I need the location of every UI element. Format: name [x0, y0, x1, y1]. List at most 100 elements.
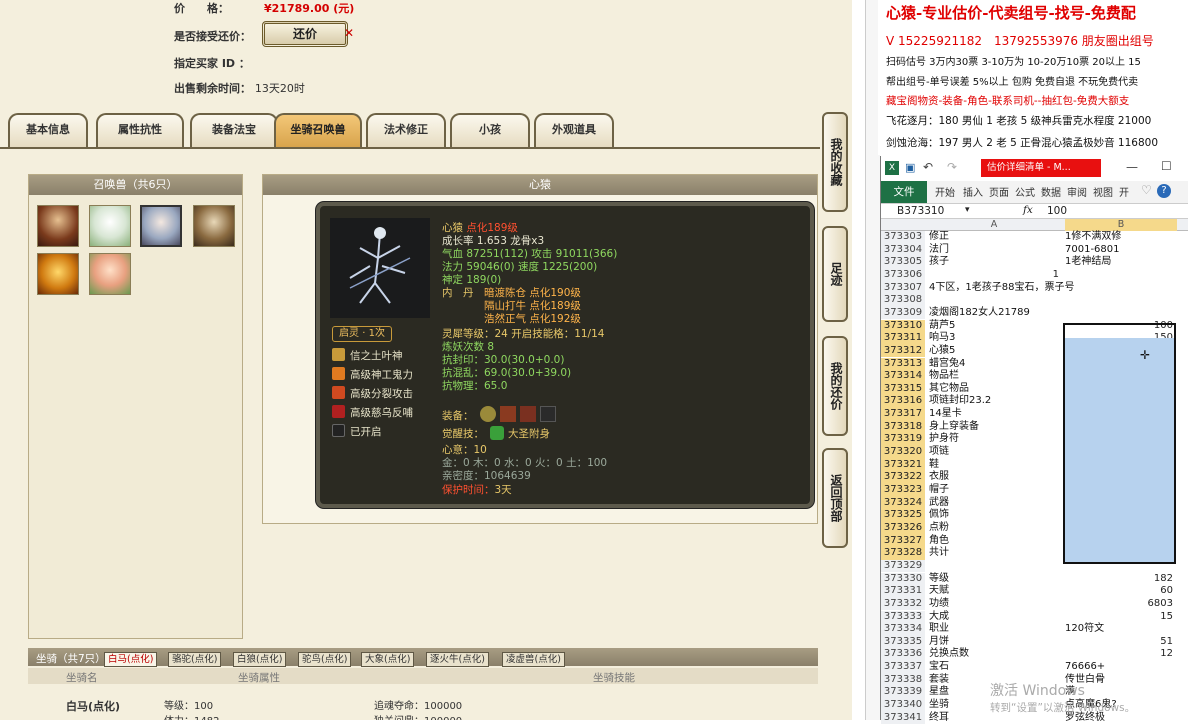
- row-number[interactable]: 373304: [881, 243, 925, 257]
- row-number[interactable]: 373305: [881, 256, 925, 269]
- cell-b[interactable]: 60: [1065, 585, 1177, 598]
- cell-a[interactable]: 兑换点数: [929, 648, 969, 661]
- sheet-row[interactable]: 373305 孩子 1老神结局: [881, 256, 1188, 269]
- cell-a[interactable]: 月饼: [929, 636, 949, 649]
- row-number[interactable]: 373333: [881, 610, 925, 624]
- pet-avatar[interactable]: [89, 253, 131, 295]
- cell-a[interactable]: 共计: [929, 547, 949, 560]
- sheet-row[interactable]: 373309 凌烟阁182女人21789: [881, 306, 1188, 320]
- cell-a[interactable]: 身上穿装备: [929, 421, 979, 434]
- my-offers-button[interactable]: 我的还价: [822, 336, 848, 436]
- cell-a[interactable]: 天赋: [929, 585, 949, 598]
- row-number[interactable]: 373314: [881, 370, 925, 383]
- row-number[interactable]: 373338: [881, 673, 925, 687]
- row-number[interactable]: 373321: [881, 458, 925, 472]
- row-number[interactable]: 373309: [881, 306, 925, 320]
- row-number[interactable]: 373334: [881, 623, 925, 636]
- cell-a[interactable]: 职业: [929, 623, 949, 636]
- cell-b-text[interactable]: 1修不满双修: [1065, 231, 1121, 244]
- cell-a[interactable]: 功绩: [929, 598, 949, 611]
- row-number[interactable]: 373315: [881, 382, 925, 396]
- cell-a[interactable]: 星盘: [929, 686, 949, 699]
- cell-a[interactable]: 等级: [929, 573, 949, 586]
- sheet-row[interactable]: 373308: [881, 294, 1188, 307]
- col-header-a[interactable]: A: [925, 219, 1063, 231]
- sheet-row[interactable]: 373336 兑换点数 12: [881, 648, 1188, 662]
- pet-avatar[interactable]: [37, 253, 79, 295]
- pet-avatar-selected[interactable]: [140, 205, 182, 247]
- row-number[interactable]: 373303: [881, 231, 925, 244]
- ribbon-layout[interactable]: 页面: [989, 184, 1009, 199]
- back-to-top-button[interactable]: 返回顶部: [822, 448, 848, 548]
- cell-a[interactable]: 项链: [929, 446, 949, 459]
- sheet-row[interactable]: 373330 等级 182: [881, 572, 1188, 586]
- minimize-icon[interactable]: —: [1126, 160, 1138, 174]
- name-box[interactable]: B373310: [897, 205, 944, 217]
- mount-tab[interactable]: 大象(点化): [361, 652, 415, 667]
- row-number[interactable]: 373312: [881, 344, 925, 358]
- cell-a[interactable]: 葫芦5: [929, 320, 955, 333]
- row-number[interactable]: 373322: [881, 471, 925, 484]
- cell-a[interactable]: 坐骑: [929, 699, 949, 712]
- cell-a[interactable]: 宝石: [929, 661, 949, 674]
- row-number[interactable]: 373316: [881, 395, 925, 409]
- row-number[interactable]: 373329: [881, 559, 925, 573]
- cell-a[interactable]: 其它物品: [929, 383, 969, 396]
- tab-attributes[interactable]: 属性抗性: [96, 113, 184, 147]
- cell-a[interactable]: 项链封印23.2: [929, 395, 991, 408]
- ribbon-data[interactable]: 数据: [1041, 184, 1061, 199]
- cell-a[interactable]: 孩子: [929, 256, 949, 269]
- cell-a[interactable]: 鞋: [929, 459, 939, 472]
- cell-a-number[interactable]: 1: [925, 269, 1063, 282]
- row-number[interactable]: 373326: [881, 521, 925, 535]
- cell-a[interactable]: 响马3: [929, 332, 955, 345]
- cell-a[interactable]: 心猿5: [929, 345, 955, 358]
- row-number[interactable]: 373310: [881, 319, 925, 333]
- ribbon-more[interactable]: 开: [1119, 184, 1129, 199]
- row-number[interactable]: 373328: [881, 547, 925, 560]
- tab-basic[interactable]: 基本信息: [8, 113, 88, 147]
- tab-child[interactable]: 小孩: [450, 113, 530, 147]
- skill-item[interactable]: 高级分裂攻击: [332, 386, 413, 401]
- footprint-button[interactable]: 足迹: [822, 226, 848, 322]
- sheet-row[interactable]: 373337 宝石 76666+: [881, 661, 1188, 674]
- cell-a[interactable]: 护身符: [929, 433, 959, 446]
- row-number[interactable]: 373319: [881, 433, 925, 446]
- skill-item[interactable]: 高级慈乌反哺: [332, 405, 413, 420]
- cell-b-text[interactable]: 76666+: [1065, 661, 1105, 674]
- col-header-b[interactable]: B: [1065, 219, 1177, 231]
- mount-tab[interactable]: 白马(点化): [104, 652, 158, 667]
- equip-slot-icon[interactable]: [520, 406, 536, 422]
- pet-avatar[interactable]: [37, 205, 79, 247]
- ribbon-home[interactable]: 开始: [935, 184, 955, 199]
- row-number[interactable]: 373311: [881, 332, 925, 345]
- cell-b[interactable]: 100: [1065, 320, 1177, 333]
- help-icon[interactable]: ?: [1157, 184, 1171, 198]
- cell-a[interactable]: 点粉: [929, 522, 949, 535]
- sheet-row[interactable]: 373331 天赋 60: [881, 585, 1188, 598]
- mount-tab[interactable]: 驼鸟(点化): [298, 652, 352, 667]
- sheet-row[interactable]: 373332 功绩 6803: [881, 597, 1188, 611]
- cell-a[interactable]: 武器: [929, 497, 949, 510]
- cell-a[interactable]: 衣服: [929, 471, 949, 484]
- tab-mounts-summons[interactable]: 坐骑召唤兽: [274, 113, 362, 147]
- skill-item[interactable]: 高级神工鬼力: [332, 367, 413, 382]
- row-number[interactable]: 373339: [881, 686, 925, 699]
- redo-icon[interactable]: ↷: [947, 160, 957, 174]
- row-number[interactable]: 373317: [881, 408, 925, 421]
- close-icon[interactable]: ✕: [344, 26, 354, 40]
- tab-spells[interactable]: 法术修正: [366, 113, 446, 147]
- equip-slot-icon[interactable]: [540, 406, 556, 422]
- cell-b[interactable]: 6803: [1065, 598, 1177, 611]
- cell-b[interactable]: 182: [1065, 573, 1177, 586]
- mount-tab[interactable]: 凌虚兽(点化): [502, 652, 565, 667]
- row-number[interactable]: 373327: [881, 534, 925, 548]
- ribbon-review[interactable]: 审阅: [1067, 184, 1087, 199]
- save-icon[interactable]: ▣: [905, 161, 915, 174]
- undo-icon[interactable]: ↶: [923, 160, 933, 174]
- row-number[interactable]: 373331: [881, 585, 925, 598]
- tab-appearance[interactable]: 外观道具: [534, 113, 614, 147]
- row-number[interactable]: 373341: [881, 711, 925, 724]
- pet-avatar[interactable]: [193, 205, 235, 247]
- row-number[interactable]: 373320: [881, 446, 925, 459]
